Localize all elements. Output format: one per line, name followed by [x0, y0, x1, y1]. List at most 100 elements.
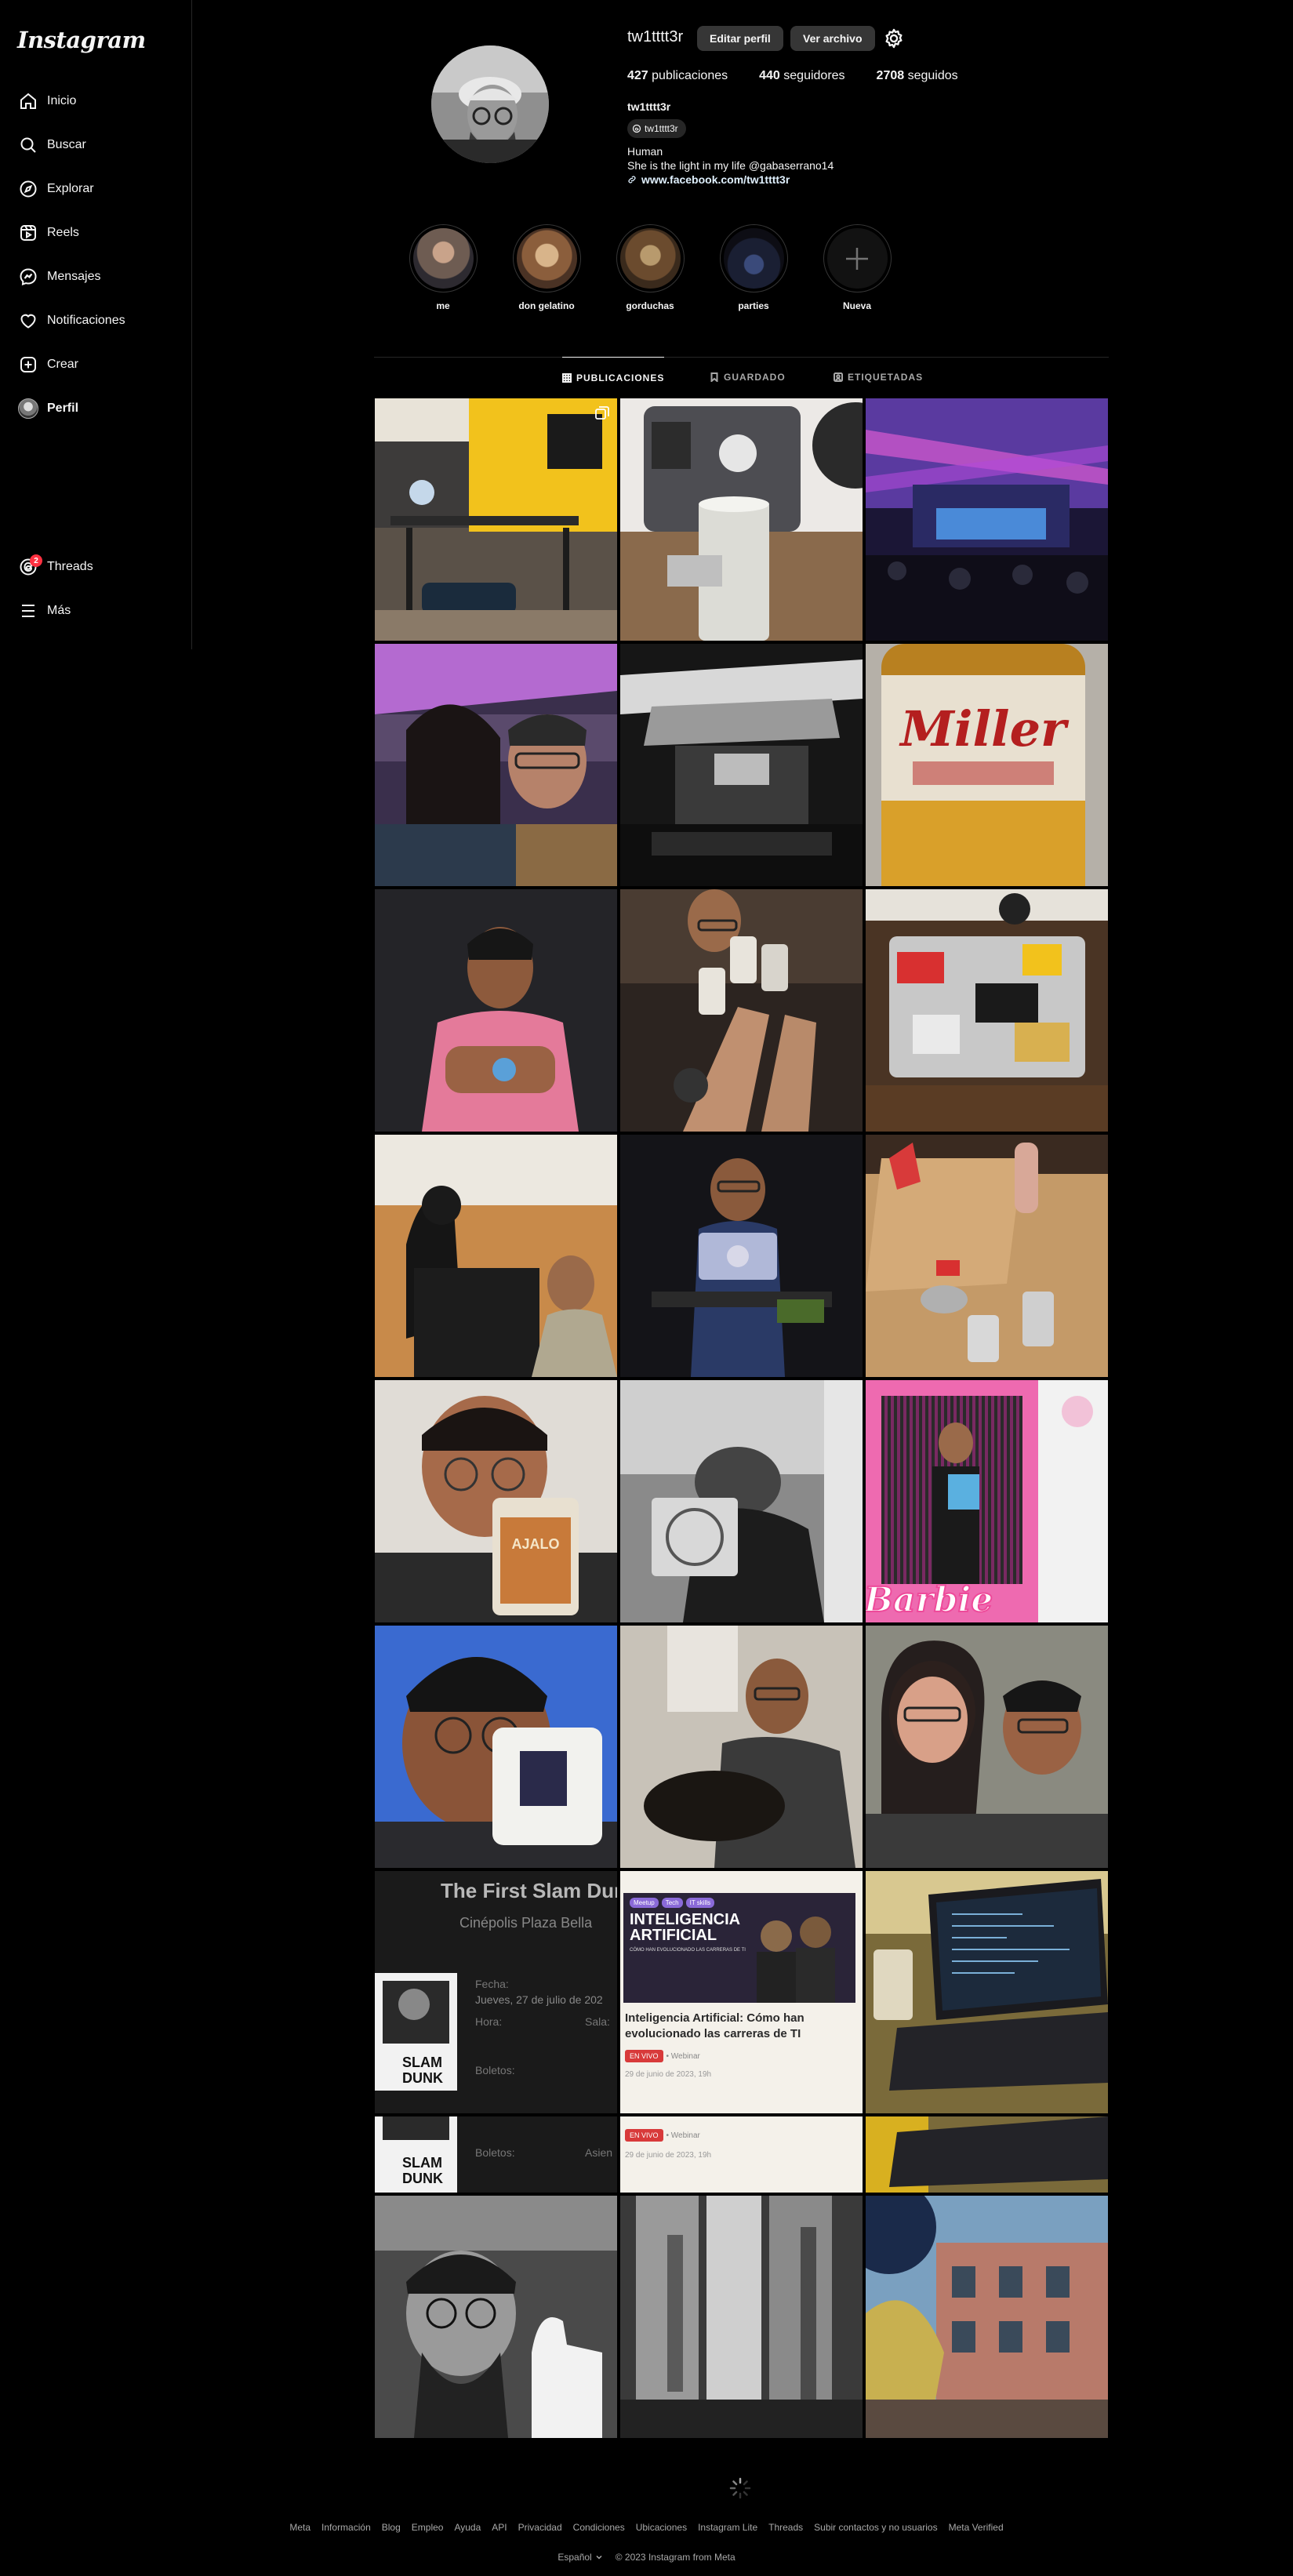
- following-count[interactable]: 2708 seguidos: [877, 69, 958, 83]
- sidebar-item-reels[interactable]: Reels: [9, 214, 182, 252]
- post-thumbnail[interactable]: [620, 398, 863, 641]
- post-thumbnail[interactable]: EN VIVO • Webinar 29 de junio de 2023, 1…: [620, 2116, 863, 2193]
- footer-link[interactable]: Meta: [289, 2522, 311, 2533]
- tab-label: ETIQUETADAS: [848, 372, 924, 383]
- post-thumbnail[interactable]: [620, 2196, 863, 2438]
- post-thumbnail[interactable]: [375, 889, 617, 1132]
- footer-link[interactable]: Información: [321, 2522, 371, 2533]
- slam-logo-text: SLAM: [402, 2155, 442, 2171]
- sidebar-item-mas[interactable]: Más: [9, 592, 182, 630]
- sidebar-item-notificaciones[interactable]: Notificaciones: [9, 302, 182, 340]
- highlight-don-gelatino[interactable]: don gelatino: [507, 224, 586, 311]
- sidebar-item-threads[interactable]: 2 Threads: [9, 548, 182, 586]
- highlight-gorduchas[interactable]: gorduchas: [611, 224, 689, 311]
- gear-icon[interactable]: [883, 27, 905, 49]
- post-thumbnail[interactable]: [866, 398, 1108, 641]
- highlight-new[interactable]: Nueva: [818, 224, 896, 311]
- highlight-label: don gelatino: [518, 300, 575, 311]
- followers-count[interactable]: 440 seguidores: [759, 69, 844, 83]
- mug-label-text: AJALO: [511, 1536, 559, 1552]
- multiple-photos-icon: [595, 406, 609, 420]
- footer-link[interactable]: Meta Verified: [949, 2522, 1004, 2533]
- slam-boletos-label: Boletos:: [475, 2064, 515, 2076]
- post-thumbnail[interactable]: [866, 2116, 1108, 2193]
- footer-link[interactable]: API: [492, 2522, 507, 2533]
- sidebar: Instagram Inicio Buscar Explorar Reels M…: [0, 0, 192, 649]
- post-thumbnail[interactable]: [375, 398, 617, 641]
- avatar: [9, 390, 47, 427]
- footer-link[interactable]: Instagram Lite: [698, 2522, 757, 2533]
- webinar-tag: Tech: [661, 1898, 683, 1908]
- post-thumbnail[interactable]: [866, 889, 1108, 1132]
- slam-logo-text: DUNK: [402, 2070, 443, 2086]
- sidebar-item-crear[interactable]: Crear: [9, 346, 182, 383]
- sidebar-item-perfil[interactable]: Perfil: [9, 390, 182, 427]
- post-thumbnail[interactable]: Miller: [866, 644, 1108, 886]
- plus-square-icon: [9, 346, 47, 383]
- footer-link[interactable]: Ubicaciones: [636, 2522, 687, 2533]
- post-thumbnail[interactable]: SLAM DUNK Boletos: Asien: [375, 2116, 617, 2193]
- view-archive-button[interactable]: Ver archivo: [790, 26, 875, 51]
- post-thumbnail[interactable]: [375, 644, 617, 886]
- profile-bio: Human She is the light in my life @gabas…: [627, 144, 834, 187]
- highlight-label: me: [436, 300, 450, 311]
- post-thumbnail[interactable]: AJALO: [375, 1380, 617, 1622]
- post-thumbnail[interactable]: [620, 1135, 863, 1377]
- post-thumbnail[interactable]: [866, 1871, 1108, 2113]
- highlight-me[interactable]: me: [404, 224, 482, 311]
- footer-link[interactable]: Blog: [382, 2522, 401, 2533]
- tab-etiquetadas[interactable]: ETIQUETADAS: [834, 357, 923, 398]
- post-thumbnail[interactable]: [620, 889, 863, 1132]
- post-thumbnail[interactable]: [866, 2196, 1108, 2438]
- sidebar-item-buscar[interactable]: Buscar: [9, 126, 182, 164]
- tab-guardado[interactable]: GUARDADO: [710, 357, 786, 398]
- profile-stats: 427 publicaciones 440 seguidores 2708 se…: [627, 69, 958, 83]
- slam-asien-label: Asien: [585, 2146, 613, 2159]
- barbie-text: Barbie: [866, 1580, 993, 1620]
- footer-link[interactable]: Empleo: [412, 2522, 444, 2533]
- post-thumbnail[interactable]: [620, 1380, 863, 1622]
- highlight-parties[interactable]: parties: [714, 224, 793, 311]
- webinar-type: • Webinar: [666, 2051, 700, 2061]
- post-thumbnail[interactable]: [375, 1135, 617, 1377]
- post-thumbnail[interactable]: [375, 2196, 617, 2438]
- edit-profile-button[interactable]: Editar perfil: [697, 26, 783, 51]
- highlight-label: parties: [738, 300, 769, 311]
- footer-link[interactable]: Ayuda: [454, 2522, 481, 2533]
- sidebar-item-explorar[interactable]: Explorar: [9, 170, 182, 208]
- live-badge: EN VIVO: [625, 2050, 663, 2062]
- footer-bottom: Español © 2023 Instagram from Meta: [0, 2552, 1293, 2563]
- tagged-icon: [834, 372, 843, 382]
- sidebar-item-mensajes[interactable]: Mensajes: [9, 258, 182, 296]
- sidebar-item-label: Buscar: [47, 138, 86, 151]
- post-thumbnail[interactable]: [620, 644, 863, 886]
- slam-fecha-label: Fecha:: [475, 1978, 509, 1990]
- profile-website-link[interactable]: www.facebook.com/tw1tttt3r: [627, 173, 834, 187]
- footer-link[interactable]: Privacidad: [518, 2522, 562, 2533]
- post-thumbnail[interactable]: The First Slam Dun Cinépolis Plaza Bella…: [375, 1871, 617, 2113]
- post-thumbnail[interactable]: Barbie: [866, 1380, 1108, 1622]
- messenger-icon: [9, 258, 47, 296]
- search-icon: [9, 126, 47, 164]
- post-thumbnail[interactable]: [620, 1626, 863, 1868]
- footer-link[interactable]: Condiciones: [573, 2522, 625, 2533]
- footer-link[interactable]: Subir contactos y no usuarios: [814, 2522, 937, 2533]
- post-thumbnail[interactable]: Meetup Tech IT skills INTELIGENCIA ARTIF…: [620, 1871, 863, 2113]
- highlight-label: gorduchas: [626, 300, 674, 311]
- profile-avatar[interactable]: [431, 45, 549, 163]
- tab-label: PUBLICACIONES: [576, 372, 665, 383]
- threads-badge[interactable]: tw1tttt3r: [627, 119, 686, 138]
- footer-link[interactable]: Threads: [768, 2522, 803, 2533]
- post-thumbnail[interactable]: [866, 1135, 1108, 1377]
- post-thumbnail[interactable]: [375, 1626, 617, 1868]
- instagram-logo[interactable]: Instagram: [17, 27, 146, 53]
- footer-links: Meta Información Blog Empleo Ayuda API P…: [0, 2522, 1293, 2533]
- webinar-banner-sub: CÓMO HAN EVOLUCIONADO LAS CARRERAS DE TI: [630, 1948, 746, 1953]
- language-selector[interactable]: Español: [558, 2552, 602, 2563]
- sidebar-item-inicio[interactable]: Inicio: [9, 82, 182, 120]
- webinar-type: • Webinar: [666, 2131, 700, 2140]
- tab-publicaciones[interactable]: PUBLICACIONES: [562, 357, 665, 398]
- sidebar-item-label: Perfil: [47, 401, 79, 415]
- post-thumbnail[interactable]: [866, 1626, 1108, 1868]
- sidebar-item-label: Notificaciones: [47, 314, 125, 327]
